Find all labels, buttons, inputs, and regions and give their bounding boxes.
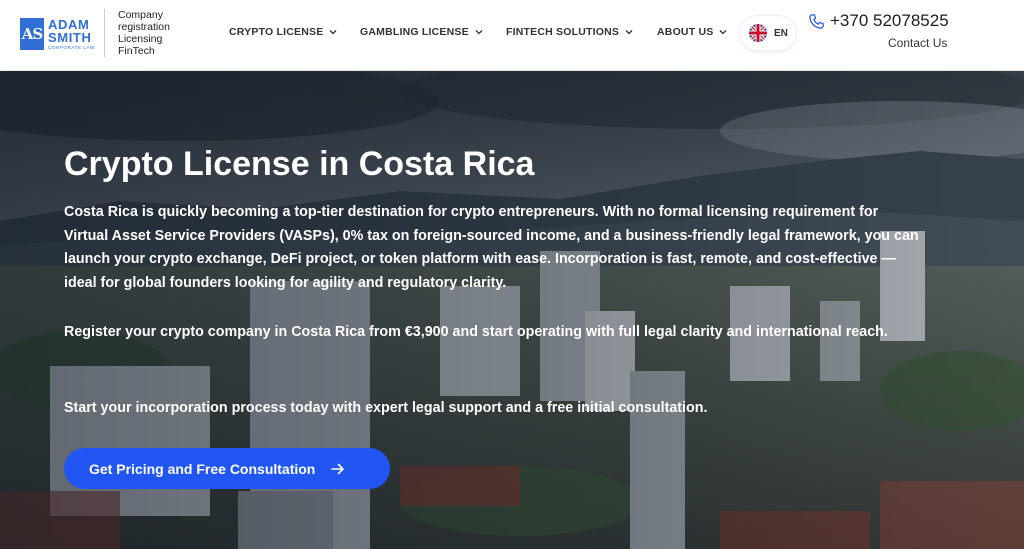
language-switcher[interactable]: EN: [740, 16, 796, 50]
chevron-down-icon: [329, 30, 337, 35]
uk-flag-icon: [749, 24, 767, 42]
cta-label: Get Pricing and Free Consultation: [89, 460, 316, 477]
contact-us-link[interactable]: Contact Us: [888, 36, 947, 50]
nav-item-label: ABOUT US: [657, 26, 714, 38]
logo-name-line1: ADAM: [48, 16, 90, 32]
get-pricing-button[interactable]: Get Pricing and Free Consultation: [64, 448, 390, 489]
hero-paragraph: Costa Rica is quickly becoming a top-tie…: [64, 204, 919, 291]
tagline-line: FinTech: [118, 45, 155, 57]
logo-wordmark: ADAM SMITH CORPORATE LAW: [48, 18, 95, 51]
nav-item-gambling-license[interactable]: GAMBLING LICENSE: [360, 26, 483, 38]
page-title: Crypto License in Costa Rica: [64, 145, 535, 183]
nav-item-crypto-license[interactable]: CRYPTO LICENSE: [229, 26, 337, 38]
nav-item-label: CRYPTO LICENSE: [229, 26, 324, 38]
site-header: AS ADAM SMITH CORPORATE LAW Company regi…: [0, 0, 1024, 71]
chevron-down-icon: [719, 30, 727, 35]
chevron-down-icon: [475, 30, 483, 35]
nav-item-fintech-solutions[interactable]: FINTECH SOLUTIONS: [506, 26, 633, 38]
nav-item-label: GAMBLING LICENSE: [360, 26, 469, 38]
arrow-right-icon: [331, 463, 345, 474]
logo-name-line2: SMITH: [48, 29, 92, 45]
phone-link[interactable]: +370 52078525: [808, 11, 949, 31]
logo-subtitle: CORPORATE LAW: [48, 44, 95, 50]
tagline: Company registration Licensing FinTech: [118, 9, 170, 57]
language-label: EN: [774, 27, 788, 39]
tagline-line: Company: [118, 9, 163, 21]
nav-item-label: FINTECH SOLUTIONS: [506, 26, 620, 38]
hero-paragraph: Start your incorporation process today w…: [64, 400, 708, 416]
hero-paragraph: Register your crypto company in Costa Ri…: [64, 324, 888, 340]
chevron-down-icon: [625, 30, 633, 35]
logo-divider: [104, 9, 105, 57]
phone-icon: [809, 13, 824, 29]
nav-item-about-us[interactable]: ABOUT US: [657, 26, 727, 38]
tagline-line: registration: [118, 21, 170, 33]
phone-number: +370 52078525: [830, 11, 949, 30]
logo[interactable]: AS ADAM SMITH CORPORATE LAW: [20, 14, 95, 54]
logo-mark-icon: AS: [20, 18, 44, 50]
hero-section: Crypto License in Costa Rica Costa Rica …: [0, 71, 1024, 549]
tagline-line: Licensing: [118, 33, 163, 45]
